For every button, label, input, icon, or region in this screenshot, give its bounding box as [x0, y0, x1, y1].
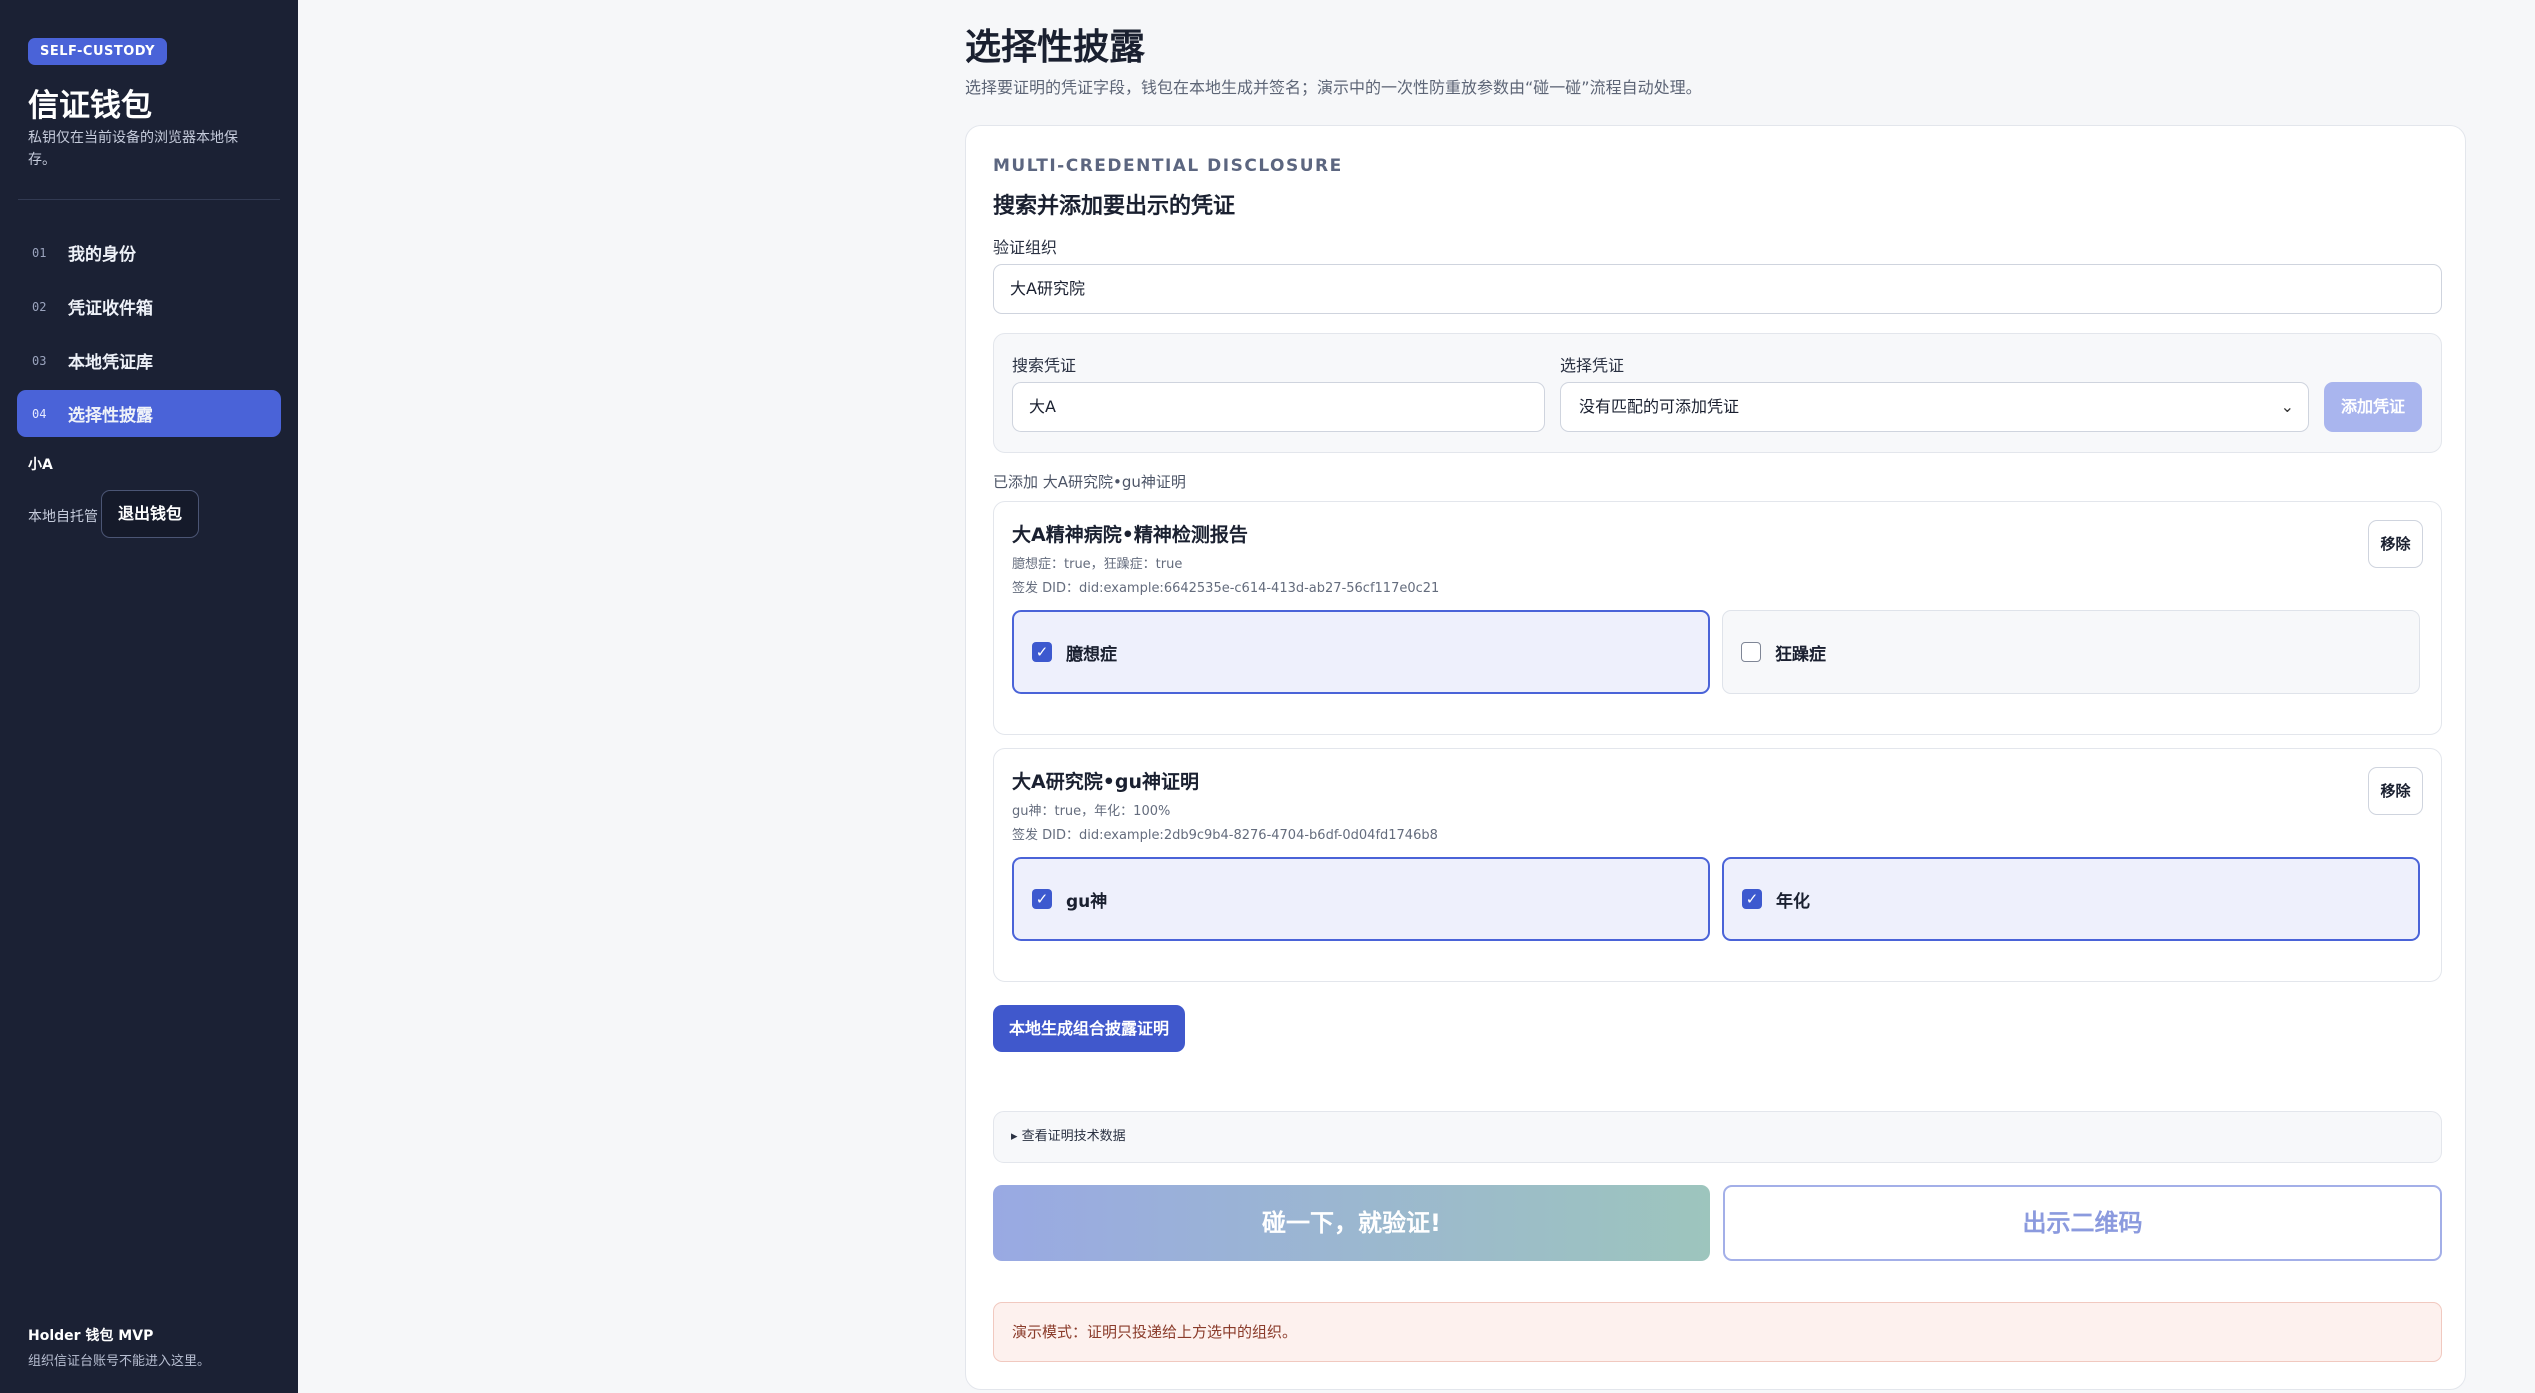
logout-button[interactable]: 退出钱包: [101, 490, 199, 538]
option-label: 年化: [1776, 891, 1810, 912]
self-custody-badge: SELF-CUSTODY: [28, 38, 168, 65]
sidebar-item-label: 凭证收件箱: [68, 299, 153, 319]
add-credential-button[interactable]: 添加凭证: [2324, 382, 2422, 432]
disclosure-option[interactable]: ✓ 年化: [1722, 857, 2420, 941]
org-label: 验证组织: [993, 238, 1058, 257]
org-field[interactable]: 大A研究院: [993, 264, 2442, 314]
credential-card: 大A精神病院•精神检测报告 臆想症：true，狂躁症：true 签发 DID：d…: [993, 501, 2442, 735]
sidebar-item-local-vault[interactable]: 03 本地凭证库: [17, 337, 281, 384]
footer-title: Holder 钱包 MVP: [28, 1328, 154, 1344]
main-content: 选择性披露 选择要证明的凭证字段，钱包在本地生成并签名；演示中的一次性防重放参数…: [298, 0, 2535, 1393]
checkbox-checked-icon[interactable]: ✓: [1742, 889, 1762, 909]
checkbox-checked-icon[interactable]: ✓: [1032, 889, 1052, 909]
disclosure-option[interactable]: ✓ 臆想症: [1012, 610, 1710, 694]
issuer-did: 签发 DID：did:example:6642535e-c614-413d-ab…: [1012, 581, 1440, 596]
card-title: 搜索并添加要出示的凭证: [993, 194, 1236, 219]
credential-title: 大A精神病院•精神检测报告: [1012, 524, 1248, 546]
sidebar-item-label: 本地凭证库: [68, 353, 153, 373]
issuer-did: 签发 DID：did:example:2db9c9b4-8276-4704-b6…: [1012, 828, 1438, 843]
credential-title: 大A研究院•gu神证明: [1012, 771, 1199, 793]
nav-number: 02: [32, 299, 47, 314]
credential-select[interactable]: 没有匹配的可添加凭证 ⌄: [1560, 382, 2309, 432]
user-name: 小A: [28, 457, 53, 473]
nav-number: 04: [32, 406, 47, 421]
checkbox-unchecked-icon[interactable]: [1741, 642, 1761, 662]
added-status: 已添加 大A研究院•gu神证明: [993, 473, 1186, 491]
section-eyebrow: MULTI-CREDENTIAL DISCLOSURE: [993, 156, 1343, 176]
sidebar: SELF-CUSTODY 信证钱包 私钥仅在当前设备的浏览器本地保存。 01 我…: [0, 0, 298, 1393]
app-title: 信证钱包: [28, 88, 152, 124]
disclosure-option[interactable]: 狂躁症: [1722, 610, 2420, 694]
disclosure-card: MULTI-CREDENTIAL DISCLOSURE 搜索并添加要出示的凭证 …: [965, 125, 2466, 1390]
footer-description: 组织信证台账号不能进入这里。: [28, 1354, 211, 1369]
select-label: 选择凭证: [1560, 356, 1625, 375]
demo-mode-notice: 演示模式：证明只投递给上方选中的组织。: [993, 1302, 2442, 1362]
remove-button[interactable]: 移除: [2368, 520, 2423, 568]
sidebar-divider: [18, 199, 280, 200]
chevron-down-icon: ⌄: [2280, 397, 2294, 416]
search-input[interactable]: 大A: [1012, 382, 1545, 432]
option-label: gu神: [1066, 891, 1108, 912]
sidebar-item-selective-disclosure[interactable]: 04 选择性披露: [17, 390, 281, 437]
app-description: 私钥仅在当前设备的浏览器本地保存。: [28, 130, 238, 168]
sidebar-item-label: 我的身份: [68, 245, 136, 265]
user-status: 本地自托管: [28, 509, 98, 525]
checkbox-checked-icon[interactable]: ✓: [1032, 642, 1052, 662]
disclosure-option[interactable]: ✓ gu神: [1012, 857, 1710, 941]
search-panel: 搜索凭证 大A 选择凭证 没有匹配的可添加凭证 ⌄ 添加凭证: [993, 333, 2442, 453]
credential-card: 大A研究院•gu神证明 gu神：true，年化：100% 签发 DID：did:…: [993, 748, 2442, 982]
tap-to-verify-button[interactable]: 碰一下，就验证!: [993, 1185, 1710, 1261]
show-qr-button[interactable]: 出示二维码: [1723, 1185, 2442, 1261]
remove-button[interactable]: 移除: [2368, 767, 2423, 815]
option-label: 臆想症: [1066, 644, 1117, 665]
sidebar-item-label: 选择性披露: [68, 406, 153, 426]
sidebar-item-credential-inbox[interactable]: 02 凭证收件箱: [17, 283, 281, 330]
select-value: 没有匹配的可添加凭证: [1579, 397, 1740, 416]
tech-details-toggle[interactable]: ▸ 查看证明技术数据: [993, 1111, 2442, 1163]
option-label: 狂躁症: [1775, 644, 1826, 665]
nav-number: 03: [32, 353, 47, 368]
credential-attributes: 臆想症：true，狂躁症：true: [1012, 557, 1183, 572]
credential-attributes: gu神：true，年化：100%: [1012, 804, 1171, 819]
search-label: 搜索凭证: [1012, 356, 1077, 375]
page-subtitle: 选择要证明的凭证字段，钱包在本地生成并签名；演示中的一次性防重放参数由“碰一碰”…: [965, 78, 1702, 97]
generate-proof-button[interactable]: 本地生成组合披露证明: [993, 1005, 1185, 1052]
page-title: 选择性披露: [965, 27, 1146, 68]
nav-number: 01: [32, 245, 47, 260]
sidebar-item-my-identity[interactable]: 01 我的身份: [17, 229, 281, 276]
